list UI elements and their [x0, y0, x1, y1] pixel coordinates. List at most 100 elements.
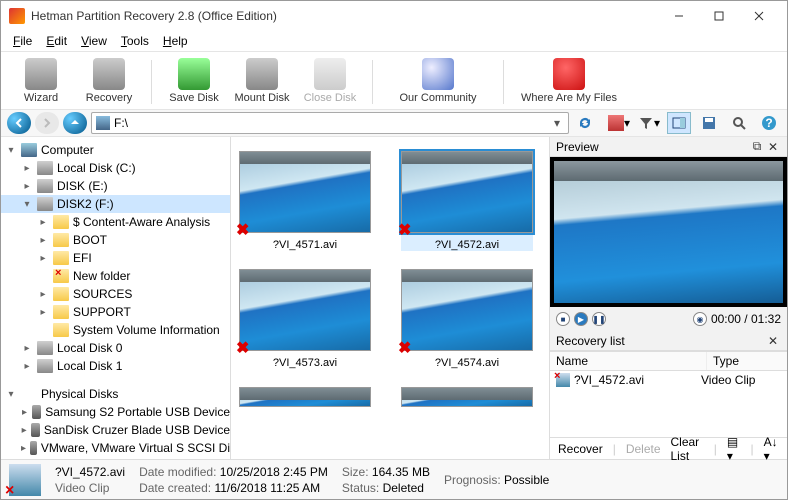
minimize-button[interactable] — [659, 2, 699, 30]
wizard-icon — [25, 58, 57, 90]
tree-sources[interactable]: ▸SOURCES — [1, 285, 230, 303]
file-label: ?VI_4574.avi — [401, 357, 533, 369]
file-item[interactable] — [401, 387, 533, 407]
tree-disk-e[interactable]: ▸DISK (E:) — [1, 177, 230, 195]
file-grid[interactable]: ✖ ?VI_4571.avi ✖ ?VI_4572.avi ✖ ?VI_4573… — [231, 137, 549, 459]
toolbar-separator — [503, 60, 504, 104]
recovery-list: Name Type ?VI_4572.avi Video Clip Recove… — [550, 351, 787, 459]
drive-icon — [96, 116, 110, 130]
navbar: ▾ ▾ ▾ ? — [1, 109, 787, 137]
tree-support[interactable]: ▸SUPPORT — [1, 303, 230, 321]
recovery-list-columns[interactable]: Name Type — [550, 351, 787, 371]
preview-close-button[interactable]: ✕ — [765, 139, 781, 155]
recovery-list-close-button[interactable]: ✕ — [765, 333, 781, 349]
address-bar[interactable]: ▾ — [91, 112, 569, 134]
col-name[interactable]: Name — [550, 352, 707, 370]
right-panel: Preview ⧉ ✕ ■ ▶ ❚❚ ◉ 00:00 / 01:32 Recov… — [549, 137, 787, 459]
refresh-button[interactable] — [573, 112, 597, 134]
save-disk-button[interactable]: Save Disk — [162, 56, 226, 104]
deleted-badge-icon: ✖ — [398, 338, 414, 354]
menu-help[interactable]: Help — [157, 32, 194, 50]
tree-computer[interactable]: ▾Computer — [1, 141, 230, 159]
community-icon — [422, 58, 454, 90]
tree-samsung[interactable]: ▸Samsung S2 Portable USB Device — [1, 403, 230, 421]
wizard-button[interactable]: Wizard — [9, 56, 73, 104]
file-thumbnail — [401, 387, 533, 407]
address-input[interactable] — [114, 116, 550, 130]
community-button[interactable]: Our Community — [383, 56, 493, 104]
nav-up-button[interactable] — [63, 112, 87, 134]
file-item[interactable]: ✖ ?VI_4571.avi — [239, 151, 371, 251]
titlebar: Hetman Partition Recovery 2.8 (Office Ed… — [1, 1, 787, 31]
tree-content-aware[interactable]: ▸$ Content-Aware Analysis — [1, 213, 230, 231]
preview-image — [554, 161, 783, 303]
menu-tools[interactable]: Tools — [115, 32, 155, 50]
play-button[interactable]: ▶ — [574, 312, 588, 326]
mount-disk-button[interactable]: Mount Disk — [230, 56, 294, 104]
save-layout-button[interactable] — [697, 112, 721, 134]
nav-forward-button[interactable] — [35, 112, 59, 134]
video-file-icon — [556, 373, 570, 387]
tree-disk2-f[interactable]: ▾DISK2 (F:) — [1, 195, 230, 213]
status-filetype: Video Clip — [55, 481, 125, 495]
clear-list-button[interactable]: Clear List — [667, 435, 708, 463]
preview-pane — [550, 157, 787, 307]
filter-button[interactable]: ▾ — [637, 112, 661, 134]
recovery-button[interactable]: Recovery — [77, 56, 141, 104]
tree-svi[interactable]: System Volume Information — [1, 321, 230, 339]
search-button[interactable] — [727, 112, 751, 134]
file-label: ?VI_4572.avi — [401, 239, 533, 251]
toolbar: Wizard Recovery Save Disk Mount Disk Clo… — [1, 51, 787, 109]
address-dropdown[interactable]: ▾ — [550, 116, 564, 130]
status-file-icon — [9, 464, 41, 496]
file-thumbnail — [239, 387, 371, 407]
recover-button[interactable]: Recover — [554, 442, 607, 456]
pause-button[interactable]: ❚❚ — [592, 312, 606, 326]
svg-text:?: ? — [765, 116, 772, 130]
deleted-badge-icon: ✖ — [236, 338, 252, 354]
volume-button[interactable]: ◉ — [693, 312, 707, 326]
view-mode-button[interactable]: ▾ — [607, 112, 631, 134]
tree-local1[interactable]: ▸Local Disk 1 — [1, 357, 230, 375]
deleted-badge-icon: ✖ — [398, 220, 414, 236]
close-button[interactable] — [739, 2, 779, 30]
file-thumbnail: ✖ — [239, 269, 371, 351]
status-filename: ?VI_4572.avi — [55, 465, 125, 479]
player-time: 00:00 / 01:32 — [711, 312, 781, 326]
menu-file[interactable]: File — [7, 32, 38, 50]
mount-disk-icon — [246, 58, 278, 90]
tree-boot[interactable]: ▸BOOT — [1, 231, 230, 249]
file-item[interactable]: ✖ ?VI_4573.avi — [239, 269, 371, 369]
player-bar: ■ ▶ ❚❚ ◉ 00:00 / 01:32 — [550, 307, 787, 331]
tree-local-c[interactable]: ▸Local Disk (C:) — [1, 159, 230, 177]
file-item[interactable]: ✖ ?VI_4572.avi — [401, 151, 533, 251]
menu-edit[interactable]: Edit — [40, 32, 73, 50]
where-files-icon — [553, 58, 585, 90]
help-button[interactable]: ? — [757, 112, 781, 134]
maximize-button[interactable] — [699, 2, 739, 30]
preview-toggle-button[interactable] — [667, 112, 691, 134]
stop-button[interactable]: ■ — [556, 312, 570, 326]
sort-button[interactable]: A↓ ▾ — [760, 435, 783, 463]
tree-physical[interactable]: ▾Physical Disks — [1, 385, 230, 403]
file-thumbnail: ✖ — [401, 151, 533, 233]
where-files-button[interactable]: Where Are My Files — [514, 56, 624, 104]
close-disk-icon — [314, 58, 346, 90]
menubar: File Edit View Tools Help — [1, 31, 787, 51]
recovery-list-row[interactable]: ?VI_4572.avi Video Clip — [550, 371, 787, 389]
close-disk-button: Close Disk — [298, 56, 362, 104]
folder-tree[interactable]: ▾Computer ▸Local Disk (C:) ▸DISK (E:) ▾D… — [1, 137, 231, 459]
col-type[interactable]: Type — [707, 352, 787, 370]
nav-back-button[interactable] — [7, 112, 31, 134]
file-item[interactable] — [239, 387, 371, 407]
tree-vmware[interactable]: ▸VMware, VMware Virtual S SCSI Di — [1, 439, 230, 457]
tree-new-folder[interactable]: New folder — [1, 267, 230, 285]
menu-view[interactable]: View — [75, 32, 113, 50]
recovery-list-header: Recovery list ✕ — [550, 331, 787, 351]
file-item[interactable]: ✖ ?VI_4574.avi — [401, 269, 533, 369]
tree-efi[interactable]: ▸EFI — [1, 249, 230, 267]
preview-detach-button[interactable]: ⧉ — [749, 139, 765, 155]
tree-sandisk[interactable]: ▸SanDisk Cruzer Blade USB Device — [1, 421, 230, 439]
tree-local0[interactable]: ▸Local Disk 0 — [1, 339, 230, 357]
list-view-button[interactable]: ▤ ▾ — [723, 435, 745, 463]
